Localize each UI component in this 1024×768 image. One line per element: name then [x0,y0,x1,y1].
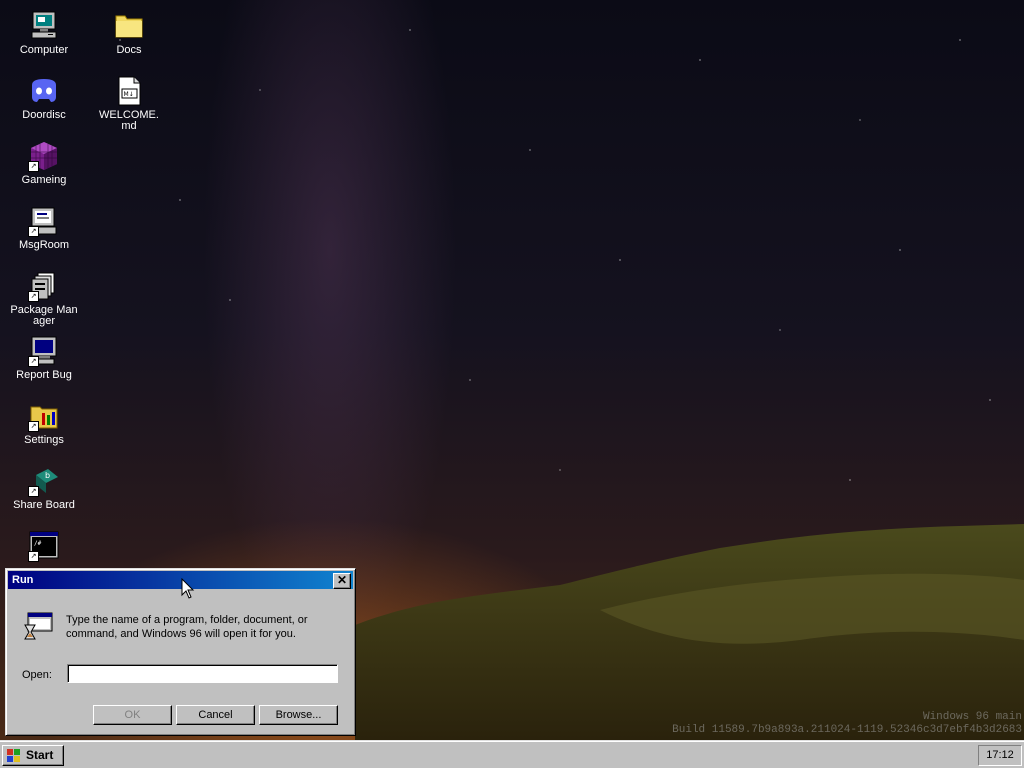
desktop-icon-computer[interactable]: Computer [9,10,79,56]
mouse-cursor-icon [181,578,195,599]
start-button[interactable]: Start [2,745,64,766]
desktop-icon-label: Report Bug [16,369,72,381]
desktop-icon-label: WELCOME.md [99,109,159,132]
desktop-icon-doordisc[interactable]: Doordisc [9,75,79,121]
desktop-icon-label: Share Board [13,499,75,511]
windows-logo-icon [7,749,20,762]
message-room-icon: ↗ [28,205,60,237]
desktop-icon-label: MsgRoom [18,239,70,251]
desktop-icon-welcome-md[interactable]: M↓ WELCOME.md [94,75,164,132]
run-dialog-message: Type the name of a program, folder, docu… [66,614,308,640]
desktop-icon-label: Package Manager [10,304,78,327]
desktop-icon-docs[interactable]: Docs [94,10,164,56]
svg-text:/#: /# [34,540,42,547]
start-label: Start [26,748,54,762]
desktop-icon-gameing[interactable]: ↗ Gameing [9,140,79,186]
desktop-icon-terminal[interactable]: /# ↗ [9,530,79,565]
desktop-icon-label: Settings [24,434,64,446]
package-icon: ↗ [28,270,60,302]
desktop-icon-settings[interactable]: ↗ Settings [9,400,79,446]
folder-icon [113,10,145,42]
shortcut-arrow-icon: ↗ [28,161,39,172]
shortcut-arrow-icon: ↗ [28,551,39,562]
close-button[interactable]: ✕ [333,573,351,589]
shortcut-arrow-icon: ↗ [28,291,39,302]
desktop-icon-msgroom[interactable]: ↗ MsgRoom [9,205,79,251]
shortcut-arrow-icon: ↗ [28,421,39,432]
browse-button[interactable]: Browse... [259,705,338,725]
cancel-button[interactable]: Cancel [176,705,255,725]
system-tray-clock[interactable]: 17:12 [978,745,1022,766]
desktop-icon-share-board[interactable]: b ↗ Share Board [9,465,79,511]
run-dialog-title: Run [12,574,34,586]
markdown-file-icon: M↓ [113,75,145,107]
build-watermark-version: Build 11589.7b9a893a.211024-1119.52346c3… [672,724,1022,736]
ok-button[interactable]: OK [93,705,172,725]
desktop-icon-package-manager[interactable]: ↗ Package Manager [9,270,79,327]
cube-icon: ↗ [28,140,60,172]
desktop-icon-report-bug[interactable]: ↗ Report Bug [9,335,79,381]
build-watermark-title: Windows 96 main [922,711,1022,723]
monitor-icon: ↗ [28,335,60,367]
shortcut-arrow-icon: ↗ [28,226,39,237]
taskbar: Start 17:12 [0,740,1024,768]
open-label: Open: [22,669,52,681]
terminal-icon: /# ↗ [28,530,60,562]
open-input[interactable] [67,664,338,683]
svg-text:M↓: M↓ [124,91,134,98]
computer-icon [28,10,60,42]
shortcut-arrow-icon: ↗ [28,356,39,367]
desktop-icon-label: Doordisc [22,109,66,121]
settings-folder-icon: ↗ [28,400,60,432]
desktop-icon-label: Computer [19,44,69,56]
shortcut-arrow-icon: ↗ [28,486,39,497]
svg-text:b: b [45,471,50,480]
chat-app-icon [28,75,60,107]
desktop-icon-label: Gameing [21,174,67,186]
desktop-icon-label: Docs [116,44,142,56]
run-program-icon [22,611,54,643]
share-board-icon: b ↗ [28,465,60,497]
